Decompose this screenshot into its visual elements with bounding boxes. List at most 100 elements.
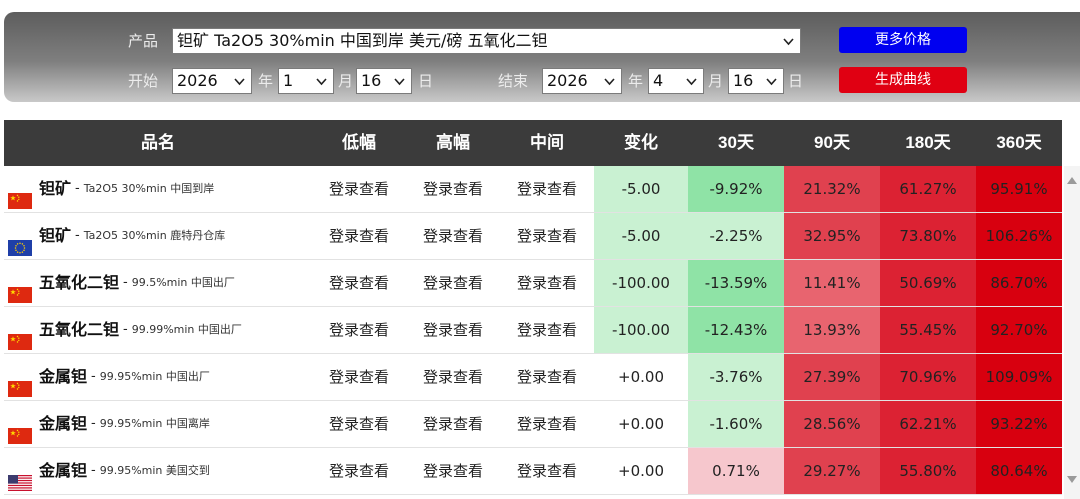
product-spec: 99.95%min 中国出厂 xyxy=(99,370,210,383)
product-name[interactable]: 五氧化二钽 xyxy=(39,260,119,306)
low-price-login-link[interactable]: 登录查看 xyxy=(312,260,406,306)
high-price-login-link[interactable]: 登录查看 xyxy=(406,260,500,306)
end-label: 结束 xyxy=(498,72,529,90)
product-name-cell[interactable]: 钽矿 - Ta2O5 30%min 中国到岸 xyxy=(4,166,312,212)
low-price-login-link[interactable]: 登录查看 xyxy=(312,307,406,353)
eu-flag-icon xyxy=(8,228,32,256)
low-price-login-link[interactable]: 登录查看 xyxy=(312,213,406,259)
year-unit-label: 年 xyxy=(628,72,644,90)
product-name-cell[interactable]: 金属钽 -99.95%min 中国出厂 xyxy=(4,354,312,400)
change-180d-cell: 55.80% xyxy=(880,448,976,494)
change-180d-cell: 73.80% xyxy=(880,213,976,259)
table-row[interactable]: 钽矿 - Ta2O5 30%min 中国到岸 登录查看 登录查看 登录查看 -5.00 -9.… xyxy=(4,166,1062,213)
change-360d-cell: 95.91% xyxy=(976,166,1062,212)
product-name[interactable]: 金属钽 xyxy=(39,401,87,447)
table-body: 钽矿 - Ta2O5 30%min 中国到岸 登录查看 登录查看 登录查看 -5.00 -9.… xyxy=(4,166,1062,495)
china-flag-icon xyxy=(8,322,32,350)
year-unit-label: 年 xyxy=(258,72,274,90)
end-day-select[interactable]: 16 xyxy=(728,68,784,94)
day-unit-label: 日 xyxy=(418,72,434,90)
mid-price-login-link[interactable]: 登录查看 xyxy=(500,166,594,212)
high-price-login-link[interactable]: 登录查看 xyxy=(406,448,500,494)
high-price-login-link[interactable]: 登录查看 xyxy=(406,401,500,447)
mid-price-login-link[interactable]: 登录查看 xyxy=(500,448,594,494)
end-year-select[interactable]: 2026 xyxy=(542,68,622,94)
product-select[interactable]: 钽矿 Ta2O5 30%min 中国到岸 美元/磅 五氧化二钽 xyxy=(172,28,801,54)
end-year-value: 2026 xyxy=(547,71,588,90)
mid-price-login-link[interactable]: 登录查看 xyxy=(500,354,594,400)
name-separator: - xyxy=(91,463,96,478)
product-name[interactable]: 金属钽 xyxy=(39,448,87,494)
mid-price-login-link[interactable]: 登录查看 xyxy=(500,260,594,306)
product-name-cell[interactable]: 金属钽 -99.95%min 中国离岸 xyxy=(4,401,312,447)
column-header-change: 变化 xyxy=(624,133,658,152)
start-year-select[interactable]: 2026 xyxy=(172,68,252,94)
change-30d-cell: -3.76% xyxy=(688,354,784,400)
table-row[interactable]: 金属钽 -99.95%min 中国离岸 登录查看 登录查看 登录查看 +0.00 -1.60… xyxy=(4,401,1062,448)
table-row[interactable]: 钽矿 - Ta2O5 30%min 鹿特丹仓库 登录查看 登录查看 登录查看 -5.00 -2… xyxy=(4,213,1062,260)
start-month-value: 1 xyxy=(283,71,294,90)
change-360d-cell: 93.22% xyxy=(976,401,1062,447)
table-row[interactable]: 五氧化二钽 -99.5%min 中国出厂 登录查看 登录查看 登录查看 -100.00 -1… xyxy=(4,260,1062,307)
high-price-login-link[interactable]: 登录查看 xyxy=(406,307,500,353)
table-header: 品名 低幅 高幅 中间 变化 30天 90天 180天 360天 xyxy=(4,120,1062,166)
change-180d-cell: 55.45% xyxy=(880,307,976,353)
change-30d-cell: -12.43% xyxy=(688,307,784,353)
start-label: 开始 xyxy=(128,72,159,90)
table-row[interactable]: 金属钽 -99.95%min 中国出厂 登录查看 登录查看 登录查看 +0.00 -3.76… xyxy=(4,354,1062,401)
high-price-login-link[interactable]: 登录查看 xyxy=(406,166,500,212)
change-30d-cell: -2.25% xyxy=(688,213,784,259)
product-spec: 99.95%min 中国离岸 xyxy=(99,417,210,430)
chevron-down-icon xyxy=(766,78,777,86)
name-separator: - xyxy=(123,322,128,337)
mid-price-login-link[interactable]: 登录查看 xyxy=(500,213,594,259)
low-price-login-link[interactable]: 登录查看 xyxy=(312,401,406,447)
table-row[interactable]: 金属钽 -99.95%min 美国交到 登录查看 登录查看 登录查看 +0.00 0.71%… xyxy=(4,448,1062,495)
change-30d-cell: 0.71% xyxy=(688,448,784,494)
day-unit-label: 日 xyxy=(788,72,804,90)
scroll-up-arrow-icon[interactable] xyxy=(1067,176,1077,184)
scroll-down-arrow-icon[interactable] xyxy=(1067,476,1077,484)
change-30d-cell: -9.92% xyxy=(688,166,784,212)
product-name[interactable]: 五氧化二钽 xyxy=(39,307,119,353)
change-90d-cell: 29.27% xyxy=(784,448,880,494)
more-prices-button[interactable]: 更多价格 xyxy=(839,27,967,53)
change-cell: -100.00 xyxy=(594,260,688,306)
product-name[interactable]: 金属钽 xyxy=(39,354,87,400)
column-header-low: 低幅 xyxy=(342,133,376,152)
product-name-cell[interactable]: 五氧化二钽 -99.5%min 中国出厂 xyxy=(4,260,312,306)
low-price-login-link[interactable]: 登录查看 xyxy=(312,354,406,400)
end-day-value: 16 xyxy=(733,71,754,90)
mid-price-login-link[interactable]: 登录查看 xyxy=(500,401,594,447)
change-90d-cell: 11.41% xyxy=(784,260,880,306)
start-month-select[interactable]: 1 xyxy=(278,68,334,94)
column-header-180d: 180天 xyxy=(905,133,951,152)
product-name-cell[interactable]: 金属钽 -99.95%min 美国交到 xyxy=(4,448,312,494)
chevron-down-icon xyxy=(783,38,794,46)
change-90d-cell: 27.39% xyxy=(784,354,880,400)
column-header-30d: 30天 xyxy=(718,133,754,152)
generate-chart-button[interactable]: 生成曲线 xyxy=(839,67,967,93)
product-spec: 99.5%min 中国出厂 xyxy=(131,276,235,289)
product-name-cell[interactable]: 五氧化二钽 -99.99%min 中国出厂 xyxy=(4,307,312,353)
start-day-select[interactable]: 16 xyxy=(356,68,412,94)
high-price-login-link[interactable]: 登录查看 xyxy=(406,354,500,400)
vertical-scrollbar[interactable] xyxy=(1064,166,1080,499)
low-price-login-link[interactable]: 登录查看 xyxy=(312,448,406,494)
low-price-login-link[interactable]: 登录查看 xyxy=(312,166,406,212)
usa-flag-icon xyxy=(8,463,32,491)
high-price-login-link[interactable]: 登录查看 xyxy=(406,213,500,259)
product-name[interactable]: 钽矿 xyxy=(39,166,71,212)
end-month-value: 4 xyxy=(653,71,664,90)
column-header-mid: 中间 xyxy=(530,133,564,152)
change-cell: -100.00 xyxy=(594,307,688,353)
table-row[interactable]: 五氧化二钽 -99.99%min 中国出厂 登录查看 登录查看 登录查看 -100.00-… xyxy=(4,307,1062,354)
change-360d-cell: 92.70% xyxy=(976,307,1062,353)
mid-price-login-link[interactable]: 登录查看 xyxy=(500,307,594,353)
product-name[interactable]: 钽矿 xyxy=(39,213,71,259)
product-spec: 99.99%min 中国出厂 xyxy=(131,323,242,336)
change-cell: +0.00 xyxy=(594,354,688,400)
change-cell: -5.00 xyxy=(594,213,688,259)
product-name-cell[interactable]: 钽矿 - Ta2O5 30%min 鹿特丹仓库 xyxy=(4,213,312,259)
end-month-select[interactable]: 4 xyxy=(648,68,704,94)
